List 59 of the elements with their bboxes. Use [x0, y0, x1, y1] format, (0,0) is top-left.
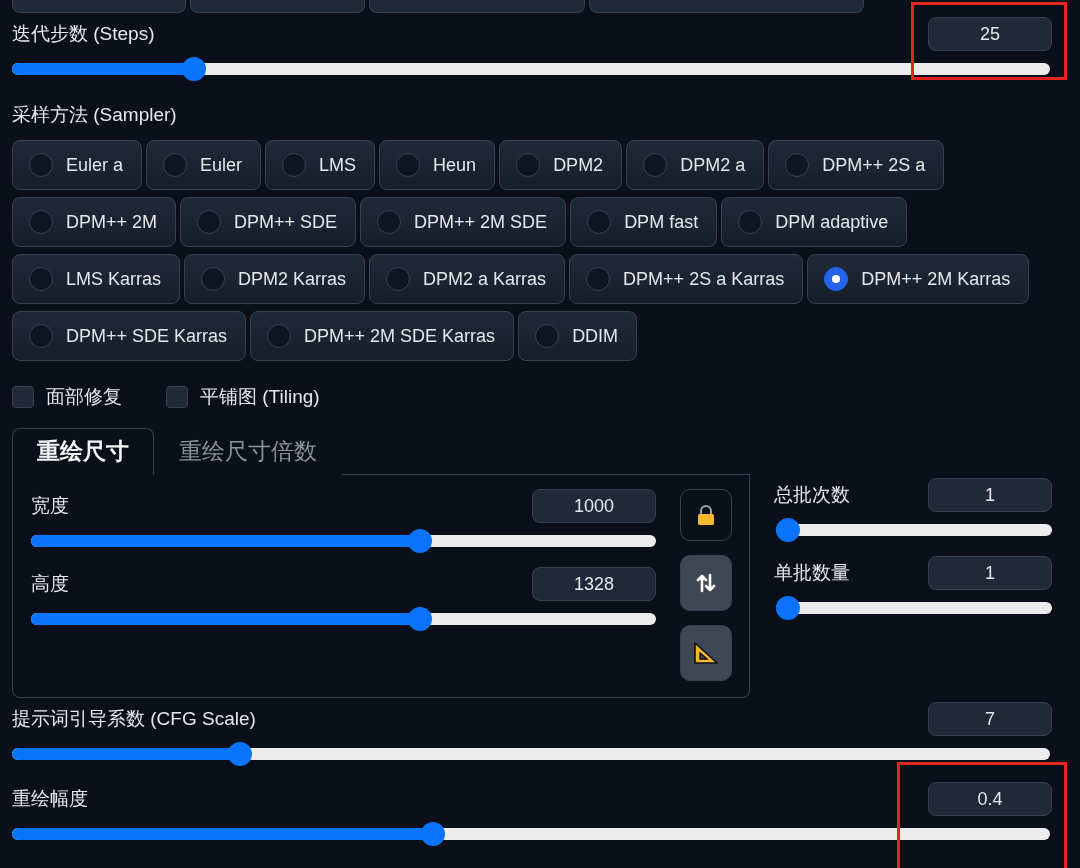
number-field[interactable]: 1 [928, 478, 1052, 512]
slider-label: 高度 [31, 572, 69, 596]
radio-option[interactable]: DPM++ 2M Karras [807, 254, 1030, 304]
number-field[interactable]: 1328 [532, 567, 656, 601]
lock-icon [697, 504, 715, 526]
radio-option[interactable]: DDIM [518, 311, 638, 361]
slider-handle[interactable] [420, 822, 445, 846]
radio-option[interactable]: LMS [265, 140, 376, 190]
slider-handle[interactable] [182, 57, 207, 81]
radio-option[interactable]: Euler a [12, 140, 143, 190]
radio-option[interactable]: DPM adaptive [721, 197, 908, 247]
number-field[interactable]: 7 [928, 702, 1052, 736]
section-label: 采样方法 (Sampler) [12, 103, 178, 127]
number-field[interactable]: 1000 [532, 489, 656, 523]
radio-option[interactable]: DPM2 Karras [184, 254, 366, 304]
radio-option[interactable]: Euler [146, 140, 262, 190]
slider[interactable] [31, 529, 656, 553]
slider-label: 重绘幅度 [12, 787, 88, 811]
slider-label: 单批数量 [774, 561, 850, 585]
checkbox[interactable] [166, 386, 188, 408]
radio-option[interactable]: DPM++ 2M SDE Karras [250, 311, 515, 361]
slider-label: 宽度 [31, 494, 69, 518]
ratio-button[interactable] [680, 625, 732, 681]
slider[interactable] [12, 822, 1050, 846]
radio-option[interactable]: LMS Karras [12, 254, 181, 304]
radio-option[interactable]: DPM++ 2M SDE [360, 197, 567, 247]
number-field[interactable]: 0.4 [928, 782, 1052, 816]
slider[interactable] [776, 596, 1052, 620]
radio-option[interactable]: DPM++ SDE Karras [12, 311, 247, 361]
slider-handle[interactable] [776, 596, 800, 620]
checkbox-label: 平铺图 (Tiling) [200, 385, 320, 409]
slider[interactable] [31, 607, 656, 631]
number-field[interactable]: 25 [928, 17, 1052, 51]
slider-label: 迭代步数 (Steps) [12, 22, 155, 46]
tab[interactable]: 重绘尺寸 [12, 428, 154, 475]
slider-label: 总批次数 [774, 483, 850, 507]
slider-label: 提示词引导系数 (CFG Scale) [12, 707, 256, 731]
radio-option[interactable]: DPM++ 2M [12, 197, 177, 247]
radio-option[interactable]: Heun [379, 140, 496, 190]
checkbox[interactable] [12, 386, 34, 408]
slider[interactable] [776, 518, 1052, 542]
radio-option[interactable]: DPM2 a [626, 140, 765, 190]
slider[interactable] [12, 57, 1050, 81]
radio-option[interactable]: DPM2 [499, 140, 623, 190]
slider[interactable] [12, 742, 1050, 766]
number-field[interactable]: 1 [928, 556, 1052, 590]
checkbox-label: 面部修复 [46, 385, 122, 409]
radio-option[interactable]: DPM++ 2S a [768, 140, 945, 190]
radio-option[interactable]: DPM++ 2S a Karras [569, 254, 804, 304]
swap-arrows-icon [696, 573, 716, 593]
lock-button[interactable] [680, 489, 732, 541]
slider-handle[interactable] [776, 518, 800, 542]
slider-handle[interactable] [407, 607, 432, 631]
slider-handle[interactable] [407, 529, 432, 553]
radio-option[interactable]: DPM2 a Karras [369, 254, 566, 304]
swap-button[interactable] [680, 555, 732, 611]
radio-option[interactable]: DPM++ SDE [180, 197, 357, 247]
slider-handle[interactable] [227, 742, 252, 766]
radio-option[interactable]: DPM fast [570, 197, 718, 247]
